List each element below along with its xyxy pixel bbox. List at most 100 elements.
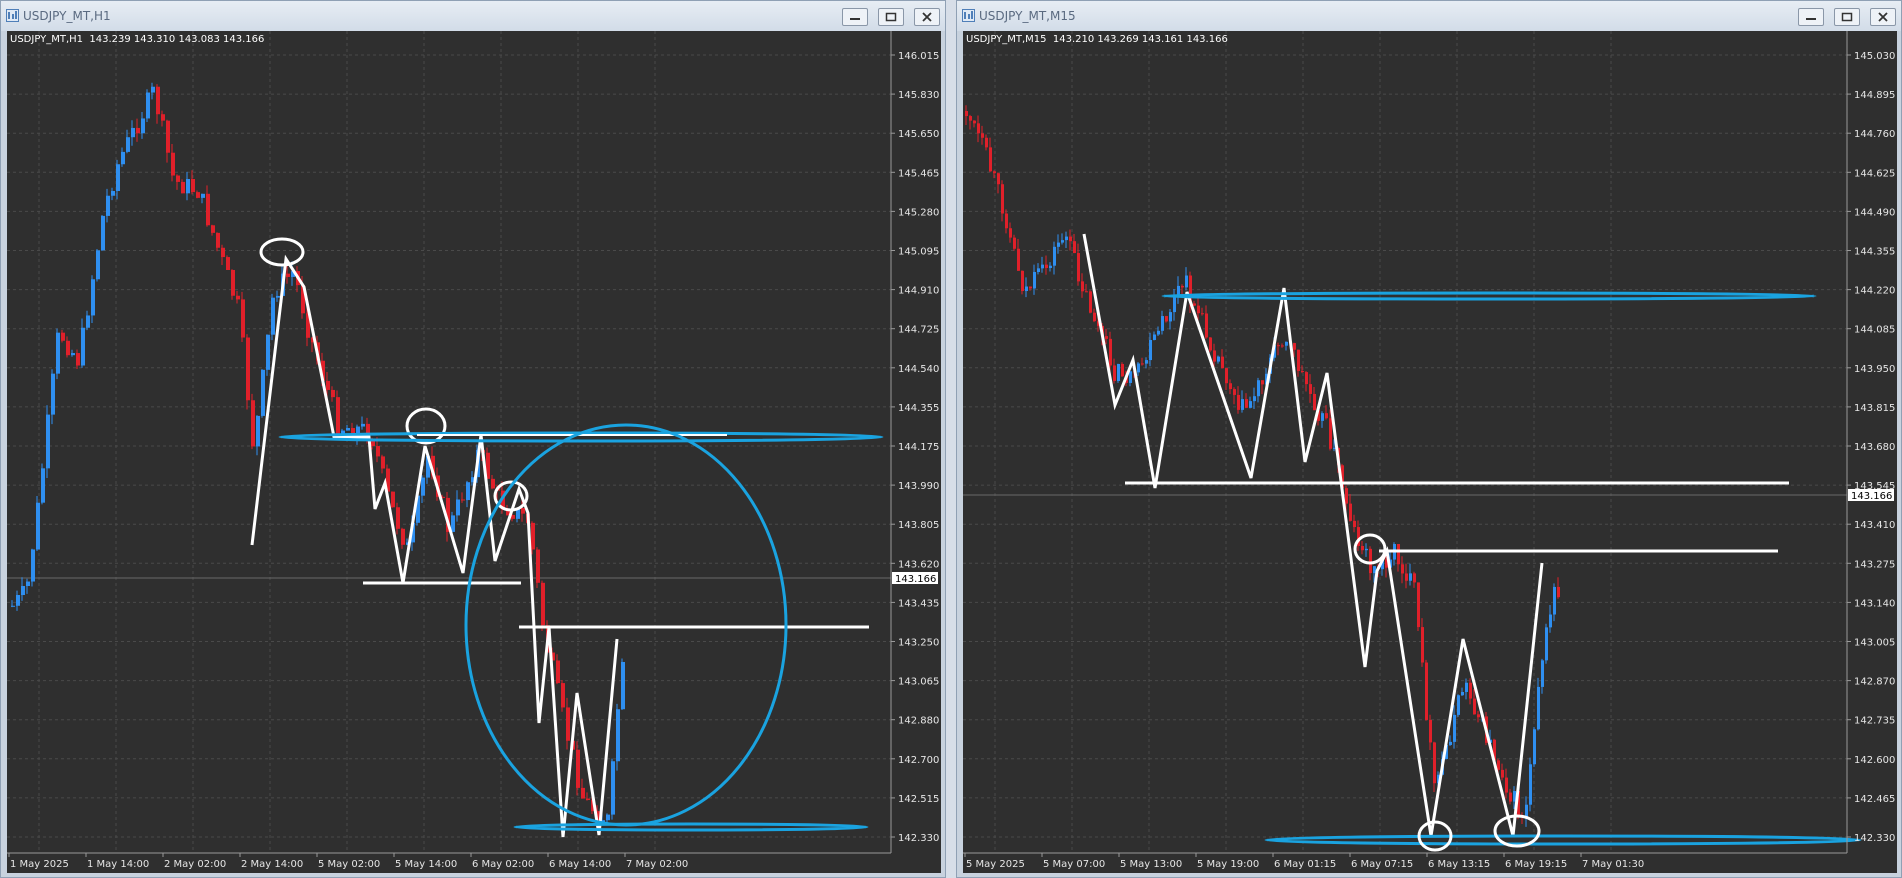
price-tick-label: 142.330: [898, 833, 939, 844]
candle-body: [31, 549, 35, 582]
candle-body: [206, 193, 210, 226]
candle-body: [11, 605, 15, 607]
candle-body: [1477, 714, 1480, 718]
candle-body: [36, 502, 40, 550]
time-tick-label: 7 May 01:30: [1582, 859, 1644, 870]
time-tick-label: 6 May 13:15: [1428, 859, 1490, 870]
minimize-icon: [1806, 18, 1816, 20]
time-tick-label: 6 May 19:15: [1505, 859, 1567, 870]
close-button[interactable]: [1870, 8, 1896, 26]
price-tick-label: 142.330: [1854, 833, 1895, 844]
candle-body: [1353, 520, 1356, 528]
zigzag-line: [1082, 233, 1544, 837]
minimize-button[interactable]: [842, 8, 868, 26]
candle-body: [361, 423, 365, 427]
candle-body: [391, 491, 395, 508]
candle-body: [176, 175, 180, 182]
support-zone: [513, 822, 869, 832]
candle-body: [1497, 760, 1500, 770]
candle-body: [1109, 338, 1112, 366]
price-tick-label: 145.650: [898, 129, 939, 140]
candle-body: [231, 270, 235, 296]
candle-body: [161, 114, 165, 121]
maximize-button[interactable]: [878, 8, 904, 26]
time-tick-label: 5 May 02:00: [318, 859, 380, 870]
candle-body: [1313, 393, 1316, 411]
price-tick-label: 142.600: [1854, 755, 1895, 766]
candle-body: [1365, 548, 1368, 551]
candle-body: [1141, 363, 1144, 365]
candle-body: [86, 315, 90, 328]
candle-body: [401, 528, 405, 545]
price-tick-label: 144.085: [1854, 325, 1895, 336]
candle-body: [331, 389, 335, 398]
candle-body: [201, 193, 205, 198]
minimize-button[interactable]: [1798, 8, 1824, 26]
candle-body: [561, 683, 565, 708]
price-tick-label: 142.870: [1854, 677, 1895, 688]
candle-body: [1349, 503, 1352, 521]
candle-body: [1213, 350, 1216, 362]
candle-body: [1149, 339, 1152, 361]
candle-body: [1405, 573, 1408, 581]
candle-body: [606, 814, 610, 821]
candle-body: [1017, 248, 1020, 271]
candle-body: [1469, 682, 1472, 699]
candle-body: [376, 446, 380, 457]
candle-body: [111, 191, 115, 196]
candle-body: [969, 116, 972, 121]
candle-body: [1001, 184, 1004, 214]
close-icon: [1878, 12, 1888, 22]
maximize-icon: [885, 12, 897, 22]
candle-body: [1233, 389, 1236, 395]
time-tick-label: 6 May 01:15: [1274, 859, 1336, 870]
candle-body: [1217, 356, 1220, 362]
candle-body: [1425, 662, 1428, 720]
price-chart[interactable]: 145.030 144.895 144.760 144.625 144.490 144.3…: [963, 31, 1897, 873]
resistance-zone: [1161, 291, 1817, 301]
maximize-icon: [1841, 12, 1853, 22]
window-titlebar[interactable]: USDJPY_MT,M15: [957, 1, 1901, 31]
price-tick-label: 144.175: [898, 442, 939, 453]
candle-body: [981, 133, 984, 138]
candle-body: [586, 798, 590, 801]
candle-body: [106, 195, 110, 216]
candle-body: [1529, 764, 1532, 805]
bottom-circle: [1493, 814, 1541, 848]
candlestick-chart[interactable]: 145.030 144.895 144.760 144.625 144.490 144.3…: [963, 31, 1897, 873]
candle-body: [1245, 399, 1248, 408]
candle-body: [1345, 488, 1348, 504]
candlestick-chart[interactable]: 146.015 145.830 145.650 145.465 145.280 145.0…: [7, 31, 941, 873]
candle-body: [1081, 281, 1084, 292]
chart-window-m15[interactable]: USDJPY_MT,M15 145.030 144.895 144.760 144.6…: [956, 0, 1902, 878]
time-tick-label: 7 May 02:00: [626, 859, 688, 870]
candle-body: [1077, 253, 1080, 282]
candle-body: [71, 353, 75, 356]
candle-body: [977, 123, 980, 134]
candle-body: [1049, 265, 1052, 269]
candle-body: [491, 478, 495, 489]
candle-body: [91, 279, 95, 316]
candle-body: [1221, 356, 1224, 369]
candle-body: [1549, 614, 1552, 628]
price-tick-label: 143.250: [898, 638, 939, 649]
candle-body: [126, 137, 130, 152]
candle-body: [1309, 384, 1312, 394]
candle-body: [251, 400, 255, 447]
candle-body: [1457, 695, 1460, 715]
price-chart[interactable]: 146.015 145.830 145.650 145.465 145.280 145.0…: [7, 31, 941, 873]
price-tick-label: 142.515: [898, 794, 939, 805]
price-tick-label: 143.410: [1854, 520, 1895, 531]
time-tick-label: 6 May 14:00: [549, 859, 611, 870]
candle-body: [1045, 264, 1048, 269]
maximize-button[interactable]: [1834, 8, 1860, 26]
chart-window-h1[interactable]: USDJPY_MT,H1 146.015 145.830 145.650 145…: [0, 0, 946, 878]
candle-body: [1509, 792, 1512, 802]
price-tick-label: 144.725: [898, 325, 939, 336]
candle-body: [1241, 399, 1244, 410]
close-button[interactable]: [914, 8, 940, 26]
time-tick-label: 1 May 2025: [10, 859, 69, 870]
window-titlebar[interactable]: USDJPY_MT,H1: [1, 1, 945, 31]
candle-body: [1505, 777, 1508, 793]
candle-body: [116, 164, 120, 192]
